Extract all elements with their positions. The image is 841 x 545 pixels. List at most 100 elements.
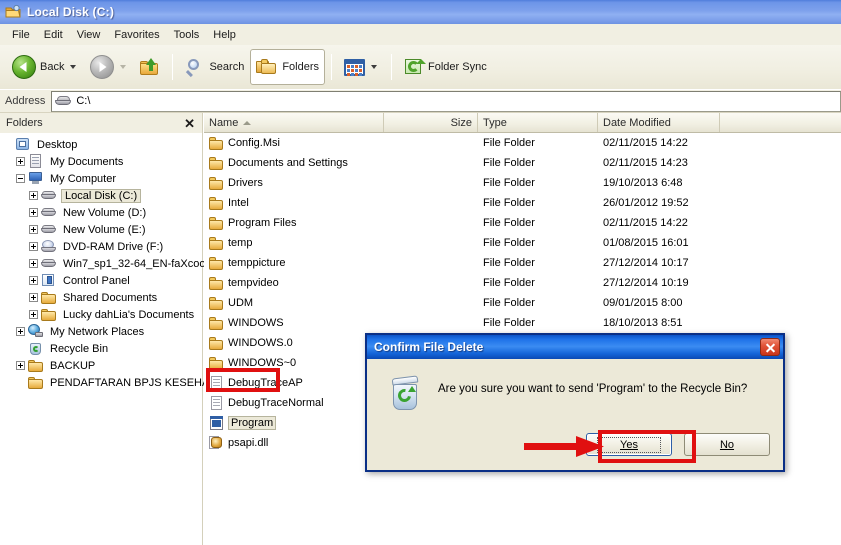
expand-plus-icon[interactable] — [29, 191, 38, 200]
file-type-cell: File Folder — [483, 197, 535, 209]
config-file-icon — [209, 416, 225, 430]
drive-icon — [41, 222, 57, 237]
dialog-yes-button[interactable]: Yes — [586, 433, 672, 456]
tree-item-new-volume-e[interactable]: New Volume (E:) — [0, 221, 202, 238]
file-name-cell: Program Files — [204, 216, 384, 230]
tree-item-pendaftaran-bpjs-kesehatan[interactable]: PENDAFTARAN BPJS KESEHATAN — [0, 374, 230, 391]
folder-icon — [41, 290, 57, 305]
file-name-label: UDM — [228, 297, 254, 309]
views-dropdown-chevron-icon[interactable] — [371, 65, 378, 69]
expand-plus-icon[interactable] — [16, 157, 25, 166]
back-button[interactable]: Back — [6, 49, 84, 85]
file-type-cell: File Folder — [483, 177, 535, 189]
dll-file-icon — [209, 436, 225, 450]
file-name-cell: Intel — [204, 196, 384, 210]
folders-button[interactable]: Folders — [250, 49, 326, 85]
tree-item-my-network-places[interactable]: My Network Places — [0, 323, 202, 340]
column-header-name[interactable]: Name — [204, 113, 384, 132]
expand-plus-icon[interactable] — [29, 208, 38, 217]
menu-item-file[interactable]: File — [5, 27, 37, 43]
expand-plus-icon[interactable] — [29, 276, 38, 285]
file-list-item-windows[interactable]: WINDOWS File Folder 18/10/2013 8:51 — [204, 313, 841, 333]
file-list-item-temppicture[interactable]: temppicture File Folder 27/12/2014 10:17 — [204, 253, 841, 273]
text-file-icon — [209, 376, 225, 390]
menu-item-edit[interactable]: Edit — [37, 27, 70, 43]
file-type-cell: File Folder — [483, 297, 535, 309]
tree-item-label: My Documents — [50, 155, 124, 168]
menu-item-tools[interactable]: Tools — [167, 27, 207, 43]
network-icon — [28, 324, 44, 339]
back-button-label: Back — [40, 61, 65, 73]
recycle-bin-icon — [28, 341, 44, 356]
forward-dropdown-chevron-icon[interactable] — [120, 65, 127, 69]
expand-plus-icon[interactable] — [29, 225, 38, 234]
close-icon[interactable] — [760, 338, 780, 356]
file-name-label: DebugTraceNormal — [228, 397, 324, 409]
file-list-item-tempvideo[interactable]: tempvideo File Folder 27/12/2014 10:19 — [204, 273, 841, 293]
file-list-item-udm[interactable]: UDM File Folder 09/01/2015 8:00 — [204, 293, 841, 313]
expand-plus-icon[interactable] — [16, 361, 25, 370]
file-list-item-config-msi[interactable]: Config.Msi File Folder 02/11/2015 14:22 — [204, 133, 841, 153]
column-header-type[interactable]: Type — [478, 113, 598, 132]
folder-icon — [209, 176, 225, 190]
forward-button[interactable] — [84, 49, 134, 85]
collapse-minus-icon[interactable] — [16, 174, 25, 183]
menu-item-favorites[interactable]: Favorites — [107, 27, 166, 43]
expand-plus-icon[interactable] — [29, 242, 38, 251]
tree-item-label: New Volume (E:) — [63, 223, 146, 236]
tree-item-label: BACKUP — [50, 359, 96, 372]
tree-item-my-computer[interactable]: My Computer — [0, 170, 202, 187]
window-titlebar: Local Disk (C:) — [0, 0, 841, 24]
views-button[interactable] — [338, 49, 385, 85]
dialog-no-label: No — [719, 438, 735, 451]
file-list-item-documents-and-settings[interactable]: Documents and Settings File Folder 02/11/2… — [204, 153, 841, 173]
tree-item-lucky-dahlia-s-documents[interactable]: Lucky dahLia's Documents — [0, 306, 202, 323]
text-file-icon — [209, 396, 225, 410]
tree-item-my-documents[interactable]: My Documents — [0, 153, 202, 170]
folder-sync-button[interactable]: Folder Sync — [398, 49, 493, 85]
folder-icon — [28, 375, 44, 390]
file-list-item-intel[interactable]: Intel File Folder 26/01/2012 19:52 — [204, 193, 841, 213]
tree-item-label: New Volume (D:) — [63, 206, 147, 219]
file-list-item-program-files[interactable]: Program Files File Folder 02/11/2015 14:22 — [204, 213, 841, 233]
file-name-label: WINDOWS — [228, 317, 284, 329]
file-name-label: Program — [228, 416, 277, 430]
file-list-column-headers: Name Size Type Date Modified — [204, 113, 841, 133]
search-button[interactable]: Search — [179, 49, 250, 85]
file-list-item-temp[interactable]: temp File Folder 01/08/2015 16:01 — [204, 233, 841, 253]
column-header-size[interactable]: Size — [384, 113, 478, 132]
file-name-label: Documents and Settings — [228, 157, 348, 169]
menu-item-help[interactable]: Help — [206, 27, 243, 43]
expand-plus-icon[interactable] — [16, 327, 25, 336]
dialog-no-button[interactable]: No — [684, 433, 770, 456]
dvd-drive-icon — [41, 239, 57, 254]
menu-item-view[interactable]: View — [70, 27, 108, 43]
file-type-cell: File Folder — [483, 317, 535, 329]
folder-icon — [209, 316, 225, 330]
expand-plus-icon[interactable] — [29, 259, 38, 268]
expand-plus-icon[interactable] — [29, 310, 38, 319]
tree-item-local-disk-c[interactable]: Local Disk (C:) — [0, 187, 202, 204]
tree-item-win7-sp1-32-64-en-faxcool[interactable]: Win7_sp1_32-64_EN-faXcool — [0, 255, 208, 272]
file-date-cell: 02/11/2015 14:22 — [603, 137, 688, 149]
back-dropdown-chevron-icon[interactable] — [70, 65, 77, 69]
tree-item-new-volume-d[interactable]: New Volume (D:) — [0, 204, 202, 221]
tree-item-dvd-ram-drive-f[interactable]: DVD-RAM Drive (F:) — [0, 238, 202, 255]
folder-icon — [209, 336, 225, 350]
file-list-item-drivers[interactable]: Drivers File Folder 19/10/2013 6:48 — [204, 173, 841, 193]
tree-item-backup[interactable]: BACKUP — [0, 357, 202, 374]
close-icon[interactable]: ✕ — [182, 117, 197, 130]
tree-item-recycle-bin[interactable]: Recycle Bin — [0, 340, 202, 357]
tree-item-control-panel[interactable]: Control Panel — [0, 272, 202, 289]
file-name-cell: DebugTraceNormal — [204, 396, 384, 410]
up-one-level-button[interactable] — [134, 49, 166, 85]
folder-icon — [209, 236, 225, 250]
address-input[interactable]: C:\ — [51, 90, 841, 112]
tree-item-shared-documents[interactable]: Shared Documents — [0, 289, 202, 306]
folder-icon — [209, 196, 225, 210]
file-type-cell: File Folder — [483, 277, 535, 289]
tree-item-desktop[interactable]: Desktop — [0, 136, 202, 153]
expand-plus-icon[interactable] — [29, 293, 38, 302]
column-header-date-modified[interactable]: Date Modified — [598, 113, 720, 132]
forward-arrow-icon — [90, 55, 115, 79]
